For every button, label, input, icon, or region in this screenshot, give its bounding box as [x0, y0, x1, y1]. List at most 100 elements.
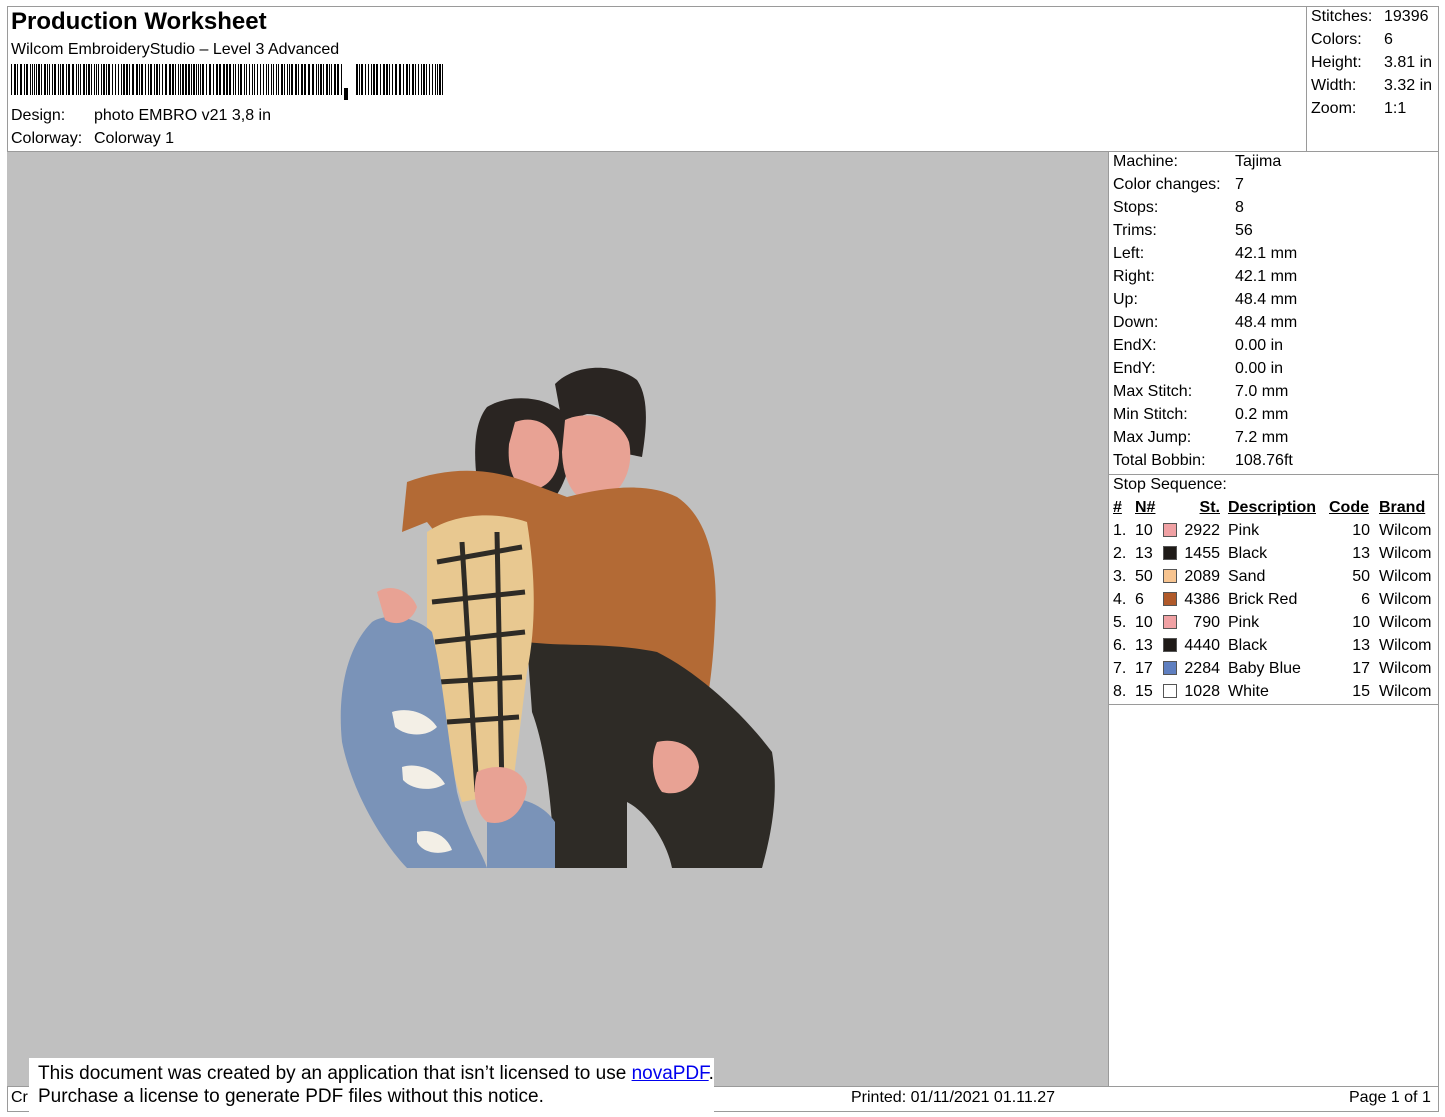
row-st: 2922 [1184, 522, 1220, 539]
info-label: Max Stitch: [1113, 383, 1193, 400]
stat-label: Height: [1311, 54, 1362, 71]
design-value: photo EMBRO v21 3,8 in [94, 107, 271, 124]
col-header-num: # [1113, 499, 1122, 516]
novapdf-link[interactable]: novaPDF [632, 1063, 709, 1084]
row-brand: Wilcom [1379, 522, 1432, 539]
info-label: Trims: [1113, 222, 1157, 239]
col-header-brand: Brand [1379, 499, 1426, 516]
table-divider [1108, 704, 1439, 705]
pants-man [527, 642, 775, 868]
color-swatch [1163, 592, 1177, 606]
row-description: Black [1228, 545, 1268, 562]
row-code: 17 [1352, 660, 1370, 677]
info-value: 0.00 in [1235, 337, 1284, 354]
notice-line-2: Purchase a license to generate PDF files… [38, 1086, 544, 1107]
created-label: Cr [11, 1089, 28, 1106]
info-label: Machine: [1113, 153, 1178, 170]
row-num: 1. [1113, 522, 1127, 539]
stats-divider [1306, 6, 1307, 152]
info-label: Max Jump: [1113, 429, 1192, 446]
row-description: Pink [1228, 614, 1260, 631]
row-description: Black [1228, 637, 1268, 654]
info-value: 0.00 in [1235, 360, 1284, 377]
row-description: Baby Blue [1228, 660, 1301, 677]
col-header-n: N# [1135, 499, 1156, 516]
stat-label: Width: [1311, 77, 1357, 94]
info-label: Up: [1113, 291, 1138, 308]
info-value: 42.1 mm [1235, 268, 1298, 285]
row-num: 5. [1113, 614, 1127, 631]
row-description: Sand [1228, 568, 1266, 585]
row-description: Pink [1228, 522, 1260, 539]
info-value: 0.2 mm [1235, 406, 1289, 423]
info-value: 42.1 mm [1235, 245, 1298, 262]
info-label: Min Stitch: [1113, 406, 1188, 423]
info-label: EndX: [1113, 337, 1157, 354]
app-subtitle: Wilcom EmbroideryStudio – Level 3 Advanc… [11, 41, 340, 58]
row-brand: Wilcom [1379, 591, 1432, 608]
row-st: 4386 [1184, 591, 1220, 608]
info-label: Left: [1113, 245, 1145, 262]
row-description: Brick Red [1228, 591, 1298, 608]
color-swatch [1163, 615, 1177, 629]
row-num: 7. [1113, 660, 1127, 677]
row-st: 790 [1193, 614, 1220, 631]
license-notice: This document was created by an applicat… [29, 1058, 714, 1113]
info-value: 108.76ft [1235, 452, 1293, 469]
stat-label: Zoom: [1311, 100, 1357, 117]
row-st: 1455 [1184, 545, 1220, 562]
row-num: 4. [1113, 591, 1127, 608]
info-value: 7.0 mm [1235, 383, 1289, 400]
info-value: 56 [1235, 222, 1253, 239]
info-value: 8 [1235, 199, 1244, 216]
colorway-value: Colorway 1 [94, 130, 175, 147]
notice-line-1: This document was created by an applicat… [38, 1062, 714, 1085]
row-n: 10 [1135, 614, 1153, 631]
info-label: Total Bobbin: [1113, 452, 1206, 469]
color-swatch [1163, 638, 1177, 652]
stat-value: 1:1 [1384, 100, 1407, 117]
row-n: 6 [1135, 591, 1144, 608]
row-brand: Wilcom [1379, 660, 1432, 677]
info-label: Right: [1113, 268, 1155, 285]
row-brand: Wilcom [1379, 568, 1432, 585]
stat-value: 6 [1384, 31, 1393, 48]
info-value: 48.4 mm [1235, 291, 1298, 308]
row-n: 13 [1135, 545, 1153, 562]
row-code: 13 [1352, 545, 1370, 562]
row-num: 3. [1113, 568, 1127, 585]
info-label: EndY: [1113, 360, 1156, 377]
frame-right [1438, 6, 1439, 1112]
stat-value: 3.32 in [1384, 77, 1433, 94]
info-value: 48.4 mm [1235, 314, 1298, 331]
color-swatch [1163, 661, 1177, 675]
info-label: Color changes: [1113, 176, 1221, 193]
design-label: Design: [11, 107, 66, 124]
col-header-st: St. [1199, 499, 1220, 516]
row-st: 1028 [1184, 683, 1220, 700]
info-label: Stops: [1113, 199, 1159, 216]
stat-value: 19396 [1384, 8, 1429, 25]
row-st: 4440 [1184, 637, 1220, 654]
row-brand: Wilcom [1379, 614, 1432, 631]
stat-label: Colors: [1311, 31, 1362, 48]
notice-text-b: . [708, 1063, 714, 1084]
row-num: 2. [1113, 545, 1127, 562]
row-n: 17 [1135, 660, 1153, 677]
barcode-icon [11, 64, 443, 100]
row-n: 50 [1135, 568, 1153, 585]
info-label: Down: [1113, 314, 1159, 331]
row-code: 15 [1352, 683, 1370, 700]
row-num: 8. [1113, 683, 1127, 700]
row-n: 15 [1135, 683, 1153, 700]
row-code: 10 [1352, 614, 1370, 631]
design-preview [7, 152, 1108, 1086]
row-brand: Wilcom [1379, 637, 1432, 654]
colorway-label: Colorway: [11, 130, 83, 147]
stat-label: Stitches: [1311, 8, 1373, 25]
row-n: 10 [1135, 522, 1153, 539]
page-title: Production Worksheet [11, 8, 267, 35]
info-value: 7 [1235, 176, 1244, 193]
stop-sequence-title: Stop Sequence: [1113, 476, 1227, 493]
row-brand: Wilcom [1379, 683, 1432, 700]
